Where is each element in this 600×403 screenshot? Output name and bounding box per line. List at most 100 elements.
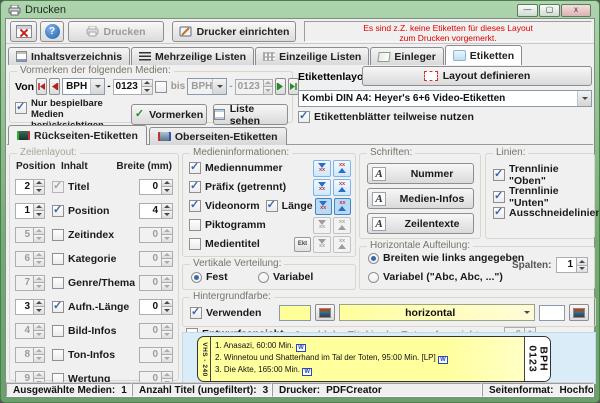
move-down-button[interactable]: xx [315, 198, 332, 215]
zeitindex-checkbox[interactable]: Zeitindex [52, 229, 139, 241]
layout-definieren-button[interactable]: Layout definieren [362, 66, 592, 86]
checkbox-label: Verwenden [206, 307, 261, 319]
label-side-panel: BPH 0123 [524, 337, 550, 381]
piktogramm-checkbox[interactable]: Piktogramm [189, 219, 311, 231]
medientitel-checkbox[interactable]: Medientitel [189, 238, 292, 250]
bild-infos-checkbox[interactable]: Bild-Infos [52, 325, 139, 337]
ekt-button[interactable]: Ekt [294, 237, 311, 252]
spin-up[interactable] [33, 179, 45, 188]
font-zeilentexte-button[interactable]: A Zeilentexte [367, 213, 474, 234]
position-checkbox[interactable]: Position [52, 205, 139, 217]
ton-infos-checkbox[interactable]: Ton-Infos [52, 349, 139, 361]
trennlinie-unten-checkbox[interactable]: Trennlinie "Unten" [493, 185, 594, 209]
first-medium-button[interactable] [36, 78, 47, 95]
ausschneidelinien-checkbox[interactable]: Ausschneidelinien [493, 207, 600, 219]
liste-sehen-button[interactable]: Liste sehen [213, 104, 288, 125]
font-nummer-button[interactable]: A Nummer [367, 163, 474, 184]
praefix-checkbox[interactable]: Präfix (getrennt) [189, 181, 311, 193]
spin-up[interactable] [161, 299, 173, 308]
bis-checkbox[interactable]: bis [155, 81, 185, 93]
minimize-button[interactable]: — [517, 4, 538, 17]
tab-einleger[interactable]: Einleger [370, 47, 443, 65]
spin-down[interactable] [161, 307, 173, 315]
verwenden-checkbox[interactable]: Verwenden [190, 307, 261, 319]
dropdown-arrow-icon[interactable] [577, 91, 591, 106]
tab-einzeilige-listen[interactable]: Einzeilige Listen [255, 47, 369, 65]
spin-down[interactable] [33, 211, 45, 219]
gradient-picker-button[interactable] [315, 304, 335, 321]
next-medium-button[interactable] [275, 78, 286, 95]
printer-setup-button[interactable]: Drucker einrichten [172, 21, 296, 42]
color-swatch-white[interactable] [539, 305, 565, 321]
mediennummer-checkbox[interactable]: Mediennummer [189, 162, 311, 174]
from-prefix-combo[interactable]: BPH [62, 78, 105, 95]
vertikale-verteilung-groupbox: Vertikale Verteilung: Fest Variabel [182, 264, 356, 290]
trennlinie-oben-checkbox[interactable]: Trennlinie "Oben" [493, 163, 594, 187]
vormerken-button[interactable]: ✓ Vormerken [131, 104, 206, 125]
spin-up[interactable] [576, 257, 588, 266]
move-up-button[interactable]: xx [334, 198, 351, 215]
variabel-radio[interactable]: Variabel [258, 271, 313, 283]
aufn-laenge-checkbox[interactable]: Aufn.-Länge [52, 301, 139, 313]
row-label: Ton-Infos [68, 349, 115, 361]
position-spinner[interactable]: 1 [15, 203, 45, 219]
last-medium-button[interactable] [288, 78, 299, 95]
videonorm-checkbox[interactable]: Videonorm [189, 200, 260, 212]
dropdown-arrow-icon[interactable] [520, 305, 534, 320]
spalten-spinner[interactable]: 1 [556, 257, 588, 273]
laenge-checkbox[interactable]: Länge [266, 200, 313, 212]
breite-spinner[interactable]: 0 [139, 179, 173, 195]
breite-spinner[interactable]: 0 [139, 299, 173, 315]
position-value: 7 [15, 275, 33, 291]
printer-icon [8, 5, 21, 16]
partial-sheets-checkbox[interactable]: Etikettenblätter teilweise nutzen [298, 111, 474, 123]
breite-value: 0 [139, 347, 161, 363]
spin-down[interactable] [576, 266, 588, 274]
spin-up[interactable] [33, 203, 45, 212]
genre-checkbox[interactable]: Genre/Thema [52, 277, 139, 289]
close-button[interactable]: x [561, 4, 591, 17]
tab-inhaltsverzeichnis[interactable]: Inhaltsverzeichnis [8, 47, 130, 65]
gradient-picker-button-2[interactable] [569, 304, 589, 321]
from-number-spinner[interactable]: 0123 [113, 79, 153, 95]
tab-etiketten[interactable]: Etiketten [445, 45, 522, 65]
breiten-wie-links-radio[interactable]: Breiten wie links angegeben [368, 252, 524, 264]
move-down-button[interactable]: xx [313, 179, 331, 196]
variabel-abc-radio[interactable]: Variabel ("Abc, Abc, ...") [368, 271, 503, 283]
font-button-label: Nummer [391, 168, 473, 180]
kategorie-checkbox[interactable]: Kategorie [52, 253, 139, 265]
move-down-button[interactable]: xx [313, 160, 331, 177]
spin-up[interactable] [161, 203, 173, 212]
color-swatch-yellow[interactable] [279, 305, 311, 321]
etikettenlayout-value: Kombi DIN A4: Heyer's 6+6 Video-Etikette… [299, 91, 577, 106]
position-spinner[interactable]: 2 [15, 179, 45, 195]
spin-down[interactable] [161, 187, 173, 195]
spin-up[interactable] [141, 79, 153, 88]
gradient-direction-combo[interactable]: horizontal [339, 304, 535, 321]
toolbar: ? Drucken Drucker einrichten Es sind z.Z… [6, 19, 594, 44]
tab-oberseiten-etiketten[interactable]: Oberseiten-Etiketten [149, 127, 287, 145]
spin-down[interactable] [141, 87, 153, 95]
spin-down [33, 283, 45, 291]
dropdown-arrow-icon[interactable] [90, 79, 104, 94]
move-up-button[interactable]: xx [333, 160, 351, 177]
font-medien-infos-button[interactable]: A Medien-Infos [367, 188, 474, 209]
medieninformationen-group-label: Medieninformationen: [190, 147, 292, 158]
help-button[interactable]: ? [40, 21, 64, 42]
spin-up[interactable] [161, 179, 173, 188]
spin-down[interactable] [33, 307, 45, 315]
position-spinner[interactable]: 3 [15, 299, 45, 315]
position-value: 1 [15, 203, 33, 219]
spin-up[interactable] [33, 299, 45, 308]
move-up-button[interactable]: xx [333, 179, 351, 196]
etikettenlayout-combo[interactable]: Kombi DIN A4: Heyer's 6+6 Video-Etikette… [298, 90, 592, 107]
fest-radio[interactable]: Fest [191, 271, 228, 283]
prev-medium-button[interactable] [49, 78, 60, 95]
tab-mehrzeilige-listen[interactable]: Mehrzeilige Listen [131, 47, 254, 65]
close-dialog-button[interactable] [10, 21, 37, 42]
breite-spinner[interactable]: 4 [139, 203, 173, 219]
spin-down[interactable] [161, 211, 173, 219]
spin-down[interactable] [33, 187, 45, 195]
maximize-button[interactable]: ▢ [539, 4, 560, 17]
tab-rueckseiten-etiketten[interactable]: Rückseiten-Etiketten [8, 125, 147, 145]
